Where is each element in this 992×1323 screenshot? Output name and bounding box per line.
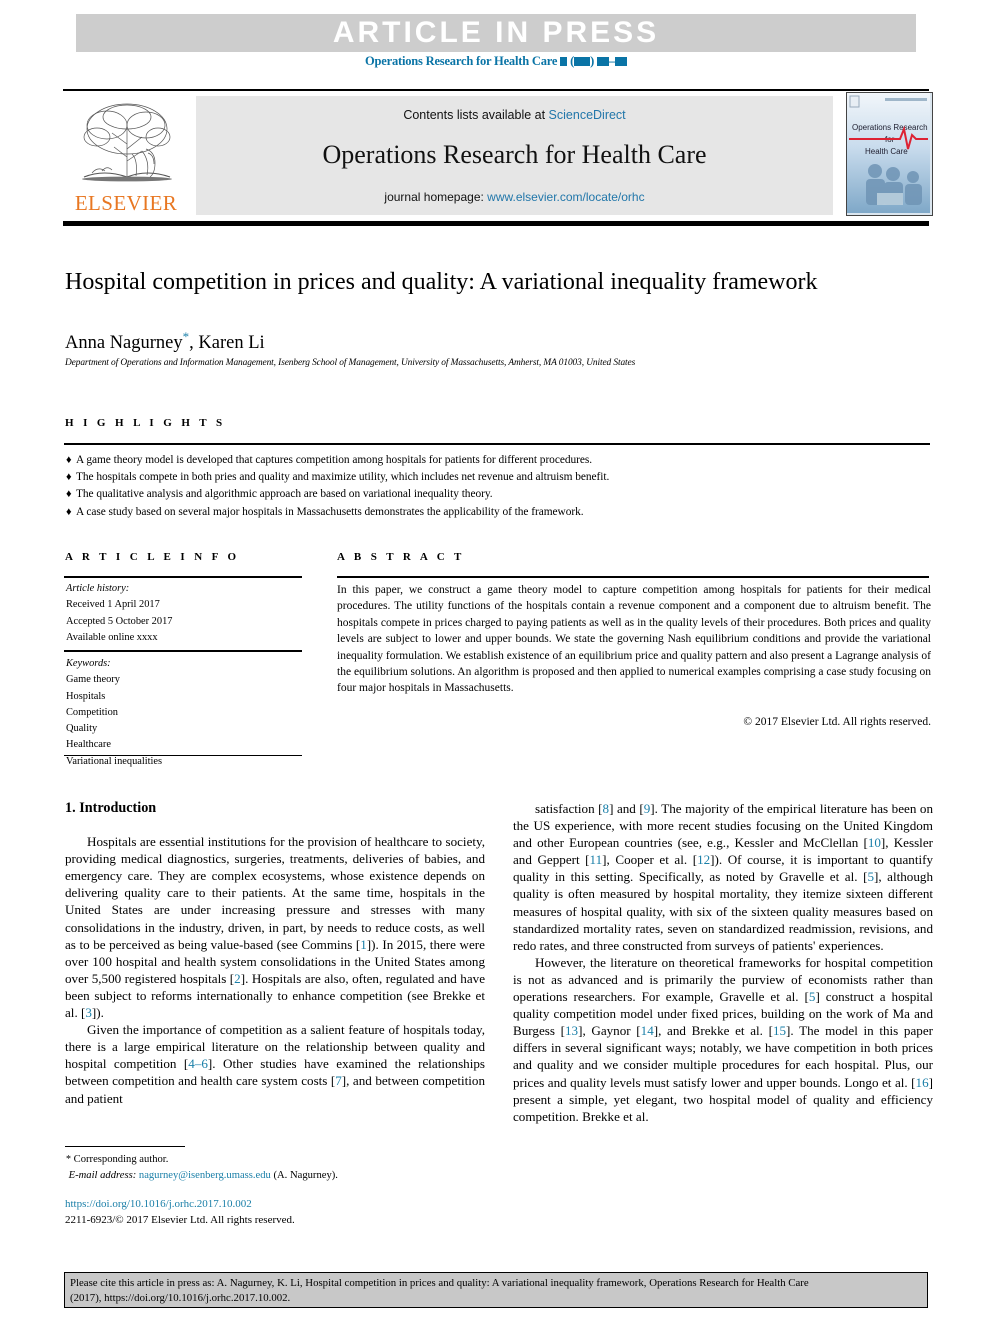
diamond-bullet-icon: ♦: [66, 471, 72, 484]
footnote-rule: [65, 1146, 185, 1148]
svg-text:Operations Research: Operations Research: [852, 123, 928, 132]
diamond-bullet-icon: ♦: [66, 505, 72, 518]
email-link[interactable]: nagurney@isenberg.umass.edu: [139, 1170, 271, 1181]
journal-running-head: Operations Research for Health Care () –: [0, 54, 992, 69]
journal-homepage-link[interactable]: www.elsevier.com/locate/orhc: [487, 190, 644, 204]
journal-homepage-prefix: journal homepage:: [384, 190, 488, 204]
affiliation: Department of Operations and Information…: [65, 358, 636, 368]
keyword-item: Quality: [66, 723, 98, 735]
highlight-text: A case study based on several major hosp…: [76, 505, 584, 518]
diamond-bullet-icon: ♦: [66, 454, 72, 466]
article-history: Article history: Received 1 April 2017 A…: [66, 581, 306, 646]
body-column-right: satisfaction [8] and [9]. The majority o…: [513, 800, 933, 1125]
keyword-item: Hospitals: [66, 690, 106, 702]
contents-lists-prefix: Contents lists available at: [403, 108, 549, 122]
list-item: ♦ The hospitals compete in both pries and…: [66, 469, 936, 486]
paragraph: However, the literature on theoretical f…: [513, 954, 934, 1124]
author-rest: , Karen Li: [189, 333, 265, 354]
keyword-item: Variational inequalities: [66, 755, 163, 767]
keyword-item: Game theory: [66, 674, 120, 686]
journal-masthead: Contents lists available at ScienceDirec…: [196, 96, 833, 215]
author-list: Anna Nagurney*, Karen Li: [65, 329, 825, 354]
article-in-press-label: ARTICLE IN PRESS: [332, 16, 660, 49]
article-history-heading: Article history:: [66, 583, 130, 594]
issn-copyright-line: 2211-6923/© 2017 Elsevier Ltd. All right…: [65, 1213, 295, 1226]
sciencedirect-link[interactable]: ScienceDirect: [549, 108, 626, 122]
highlight-text: A game theory model is developed that ca…: [76, 454, 593, 466]
list-item: ♦ The qualitative analysis and algorithmi…: [66, 486, 936, 503]
highlights-heading: H I G H L I G H T S: [65, 417, 226, 429]
keyword-item: Competition: [66, 706, 118, 718]
journal-cover-image: Operations Research for Health Care: [847, 93, 930, 213]
body-column-left: 1. Introduction Hospitals are essential …: [65, 800, 485, 1107]
author-first: Anna Nagurney: [65, 333, 183, 354]
footnote-marker: *: [66, 1154, 71, 1165]
contents-lists-line: Contents lists available at ScienceDirec…: [196, 108, 833, 122]
header-rule-bottom: [63, 221, 929, 226]
article-info-rule-top: [64, 576, 302, 579]
footnote-corresponding-text: Corresponding author.: [73, 1154, 169, 1165]
doi-link[interactable]: https://doi.org/10.1016/j.orhc.2017.10.0…: [65, 1197, 495, 1213]
article-history-online: Available online xxxx: [66, 631, 158, 643]
footnote-corresponding: * Corresponding author.: [66, 1152, 486, 1168]
footnote-block: * Corresponding author. E-mail address: …: [66, 1152, 486, 1183]
highlight-text: The qualitative analysis and algorithmic…: [76, 488, 493, 501]
article-info-rule-bottom: [64, 755, 302, 757]
article-page: ARTICLE IN PRESS Operations Research for…: [0, 0, 992, 1323]
abstract-rule: [337, 576, 929, 579]
journal-homepage-line: journal homepage: www.elsevier.com/locat…: [196, 190, 833, 204]
footnote-email-line: E-mail address: nagurney@isenberg.umass.…: [66, 1168, 486, 1184]
abstract-heading: A B S T R A C T: [337, 551, 465, 563]
email-suffix: (A. Nagurney).: [270, 1169, 338, 1181]
journal-running-head-text: Operations Research for Health Care: [364, 54, 558, 68]
page-title: Hospital competition in prices and quali…: [65, 269, 818, 295]
keyword-item: Healthcare: [66, 739, 111, 751]
abstract-copyright: © 2017 Elsevier Ltd. All rights reserved…: [743, 716, 931, 728]
header-rule-top: [63, 89, 929, 91]
email-label: E-mail address:: [68, 1169, 137, 1181]
journal-title: Operations Research for Health Care: [322, 140, 707, 169]
article-info-rule-middle: [64, 650, 302, 653]
article-in-press-banner: ARTICLE IN PRESS: [76, 14, 916, 52]
issue-placeholder-marks: () –: [557, 54, 628, 68]
cite-footer-line-2: (2017), https://doi.org/10.1016/j.orhc.2…: [70, 1292, 291, 1304]
article-history-accepted: Accepted 5 October 2017: [66, 615, 173, 627]
highlights-rule: [64, 443, 930, 446]
list-item: ♦ A game theory model is developed that c…: [66, 452, 936, 469]
journal-cover-thumbnail: Operations Research for Health Care: [846, 92, 933, 216]
elsevier-tree-icon: [82, 103, 172, 182]
list-item: ♦ A case study based on several major hos…: [66, 504, 936, 521]
cite-footer-line-1: Please cite this article in press as: A.…: [70, 1277, 809, 1289]
paragraph: satisfaction [8] and [9]. The majority o…: [513, 801, 934, 953]
elsevier-logo: ELSEVIER: [68, 96, 184, 214]
highlights-list: ♦ A game theory model is developed that c…: [66, 452, 936, 521]
article-history-received: Received 1 April 2017: [66, 599, 160, 611]
highlight-text: The hospitals compete in both pries and …: [76, 471, 610, 484]
keywords-block: Keywords: Game theory Hospitals Competit…: [66, 656, 306, 770]
svg-text:Health Care: Health Care: [865, 147, 908, 156]
abstract-body: In this paper, we construct a game theor…: [337, 584, 931, 695]
publication-footer: https://doi.org/10.1016/j.orhc.2017.10.0…: [65, 1197, 495, 1228]
diamond-bullet-icon: ♦: [66, 488, 72, 501]
article-info-heading: A R T I C L E I N F O: [65, 551, 240, 563]
keywords-heading: Keywords:: [66, 658, 111, 669]
paragraph: Hospitals are essential institutions for…: [65, 834, 486, 1021]
cite-footer-text: Please cite this article in press as: A.…: [70, 1276, 926, 1306]
paragraph: Given the importance of competition as a…: [65, 1022, 485, 1106]
section-heading-introduction: 1. Introduction: [65, 800, 157, 816]
elsevier-wordmark: ELSEVIER: [74, 191, 178, 215]
